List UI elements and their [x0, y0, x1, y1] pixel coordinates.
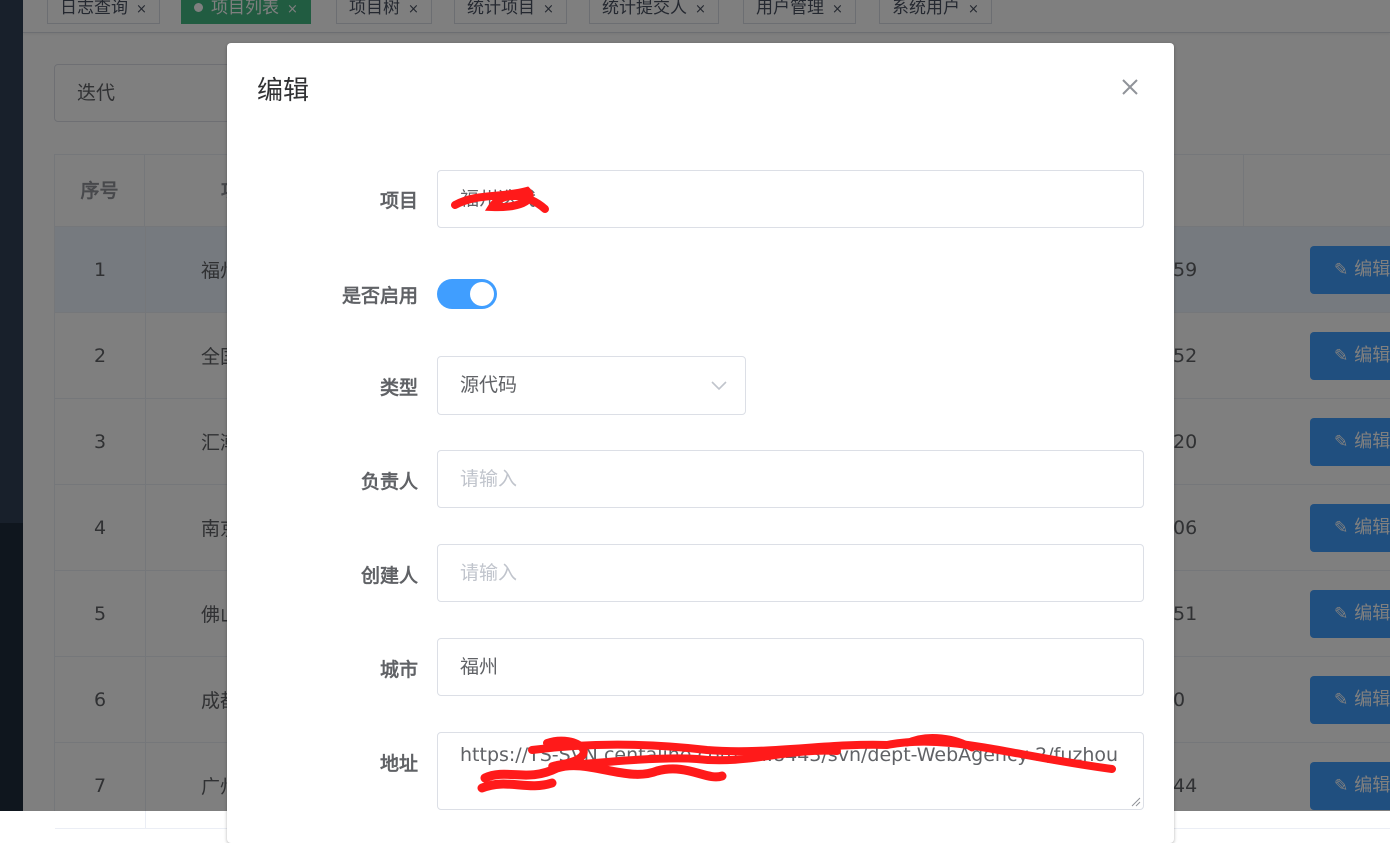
close-icon[interactable]: [1116, 73, 1144, 101]
project-value: 福州迭代: [460, 188, 537, 210]
toggle-knob: [470, 282, 494, 306]
enabled-label: 是否启用: [341, 285, 418, 307]
creator-label: 创建人: [360, 565, 418, 587]
dialog-title: 编辑: [257, 76, 310, 106]
chevron-down-icon: [711, 381, 727, 391]
edit-dialog: 编辑 项目 福州迭代 是否启用 类型 源代码 负责人 创建人 城市 福州 地址 …: [227, 43, 1174, 843]
city-field[interactable]: 福州: [437, 638, 1144, 696]
type-select[interactable]: 源代码: [437, 356, 746, 415]
redaction-marks: [451, 186, 1116, 793]
project-label: 项目: [379, 190, 418, 212]
owner-label: 负责人: [360, 471, 418, 493]
enabled-toggle[interactable]: [437, 279, 497, 309]
city-label: 城市: [379, 659, 418, 681]
creator-input[interactable]: [437, 544, 1144, 602]
owner-input[interactable]: [437, 450, 1144, 508]
address-label: 地址: [379, 753, 418, 775]
resize-handle-icon[interactable]: [1131, 797, 1141, 807]
type-label: 类型: [379, 377, 418, 399]
project-field[interactable]: 福州迭代: [437, 170, 1144, 228]
address-textarea[interactable]: https://TS-SVN.centaline.com.cn:8443/svn…: [437, 732, 1144, 810]
